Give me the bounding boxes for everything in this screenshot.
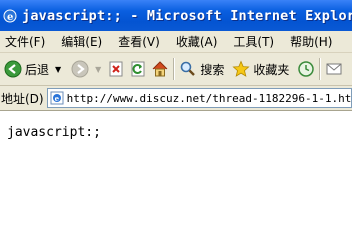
page-content: javascript:;	[0, 111, 352, 231]
menu-edit[interactable]: 编辑(E)	[61, 33, 102, 50]
favorites-button[interactable]: 收藏夹	[232, 60, 289, 78]
svg-text:e: e	[54, 94, 59, 103]
star-icon	[232, 60, 250, 77]
menu-help[interactable]: 帮助(H)	[290, 33, 332, 50]
menu-file[interactable]: 文件(F)	[5, 33, 45, 50]
forward-arrow-icon	[71, 60, 89, 78]
address-url: http://www.discuz.net/thread-1182296-1-1…	[66, 91, 352, 105]
page-body-text: javascript:;	[7, 125, 101, 140]
standard-toolbar: 后退 ▼ ▼ 搜索 收藏夹	[0, 53, 352, 86]
menu-tools[interactable]: 工具(T)	[233, 33, 274, 50]
back-arrow-icon	[4, 60, 22, 78]
address-bar: 地址(D) e http://www.discuz.net/thread-118…	[0, 86, 352, 111]
menu-view[interactable]: 查看(V)	[118, 33, 160, 50]
mail-icon[interactable]	[325, 60, 343, 78]
svg-text:e: e	[7, 12, 13, 23]
page-icon: e	[50, 91, 64, 105]
window-title: javascript:; - Microsoft Internet Explor…	[22, 7, 352, 24]
favorites-label: 收藏夹	[253, 62, 290, 77]
toolbar-separator	[173, 58, 176, 80]
history-icon[interactable]	[297, 60, 315, 78]
menu-favorites[interactable]: 收藏(A)	[176, 33, 218, 50]
search-icon	[181, 61, 196, 76]
internet-explorer-icon: e	[3, 9, 17, 23]
back-label: 后退	[25, 62, 50, 77]
address-input[interactable]: e http://www.discuz.net/thread-1182296-1…	[46, 88, 352, 108]
title-bar[interactable]: e javascript:; - Microsoft Internet Expl…	[0, 0, 352, 31]
home-icon[interactable]	[151, 60, 169, 78]
menu-bar: 文件(F) 编辑(E) 查看(V) 收藏(A) 工具(T) 帮助(H)	[0, 31, 352, 53]
forward-dropdown-icon[interactable]: ▼	[95, 65, 101, 74]
forward-button[interactable]	[71, 60, 89, 78]
refresh-icon[interactable]	[129, 60, 147, 78]
address-label: 地址(D)	[1, 91, 44, 106]
toolbar-separator-2	[319, 58, 322, 80]
stop-icon[interactable]	[107, 60, 125, 78]
search-button[interactable]: 搜索	[179, 60, 224, 78]
search-label: 搜索	[200, 62, 225, 77]
back-button[interactable]: 后退	[4, 60, 49, 78]
back-dropdown-icon[interactable]: ▼	[55, 65, 61, 74]
